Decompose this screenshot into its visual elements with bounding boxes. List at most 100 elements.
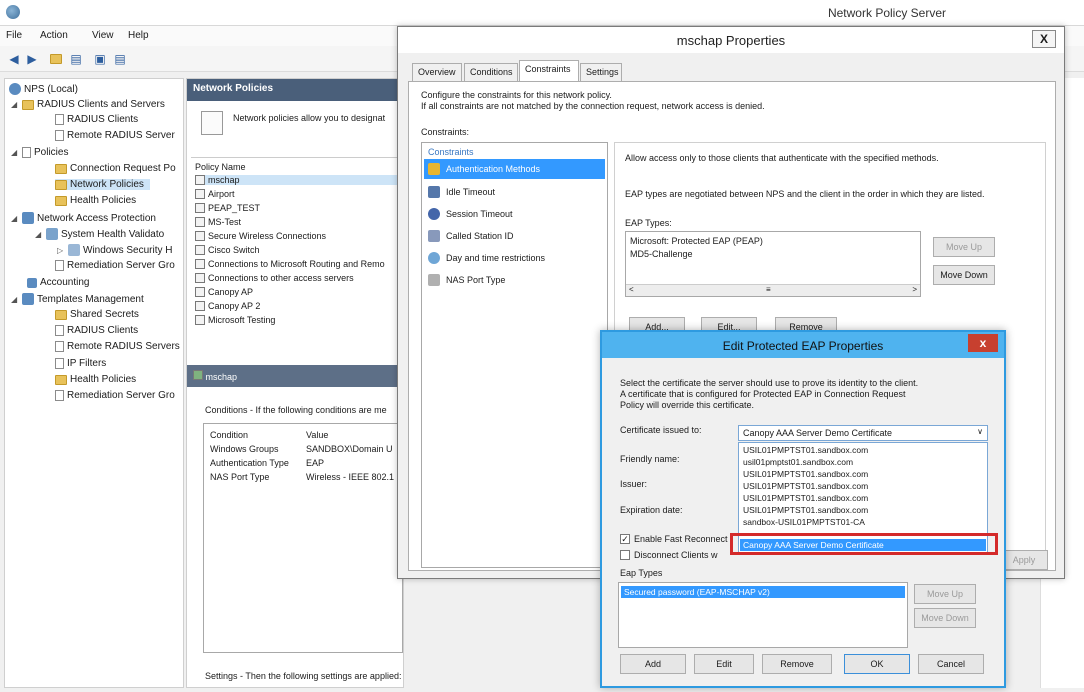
forward-arrow-icon[interactable]: ▶ <box>24 51 40 67</box>
tab-overview[interactable]: Overview <box>412 63 462 81</box>
tab-constraints[interactable]: Constraints <box>519 60 579 82</box>
menu-action[interactable]: Action <box>40 30 68 41</box>
chevron-down-icon: ∨ <box>977 427 983 436</box>
scroll-thumb-icon[interactable]: ≡ <box>766 285 771 294</box>
show-hide-tree-icon[interactable]: ▤ <box>68 51 84 67</box>
certificate-select[interactable]: Canopy AAA Server Demo Certificate ∨ <box>738 425 988 441</box>
tab-conditions[interactable]: Conditions <box>464 63 518 81</box>
policy-row[interactable]: Airport <box>195 189 235 199</box>
add-button[interactable]: Add <box>620 654 686 674</box>
tree-item-ip-filters[interactable]: IP Filters <box>55 358 106 369</box>
policy-icon <box>195 189 205 199</box>
policy-document-icon <box>201 111 223 135</box>
condition-name: Authentication Type <box>210 458 289 468</box>
tree-item-templates-management[interactable]: ◢ Templates Management <box>11 293 144 305</box>
tree-item-shared-secrets[interactable]: Shared Secrets <box>55 309 139 320</box>
policy-row[interactable]: Connections to other access servers <box>195 273 354 283</box>
tree-item-remote-radius-server[interactable]: Remote RADIUS Server <box>55 130 175 141</box>
tree-item-remote-radius-servers[interactable]: Remote RADIUS Servers <box>55 341 180 352</box>
issuer-label: Issuer: <box>620 479 648 489</box>
policy-icon <box>195 245 205 255</box>
policy-row[interactable]: Microsoft Testing <box>195 315 275 325</box>
pane-header: Network Policies <box>187 79 403 101</box>
help-icon[interactable]: ▣ <box>92 51 108 67</box>
policy-row[interactable]: Canopy AP 2 <box>195 301 260 311</box>
clock-icon <box>428 252 440 264</box>
constraint-day-time[interactable]: Day and time restrictions <box>428 252 545 264</box>
eap-type-item[interactable]: Microsoft: Protected EAP (PEAP) <box>630 236 763 246</box>
tree-item-accounting[interactable]: Accounting <box>27 277 89 288</box>
policy-row[interactable]: MS-Test <box>195 217 241 227</box>
eap-types-list[interactable]: Secured password (EAP-MSCHAP v2) <box>618 582 908 648</box>
nap-icon <box>22 212 34 224</box>
tree-item-connection-request-policies[interactable]: Connection Request Po <box>55 163 176 174</box>
policy-row[interactable]: mschap <box>195 175 399 185</box>
constraint-nas-port-type[interactable]: NAS Port Type <box>428 274 505 286</box>
eap-type-selected[interactable]: Secured password (EAP-MSCHAP v2) <box>621 586 905 598</box>
console-icon[interactable]: ▤ <box>112 51 128 67</box>
policy-row[interactable]: Cisco Switch <box>195 245 260 255</box>
tree-item-radius-clients-servers[interactable]: ◢ RADIUS Clients and Servers <box>11 99 165 110</box>
certificate-option[interactable]: sandbox-USIL01PMPTST01-CA <box>743 517 865 527</box>
back-arrow-icon[interactable]: ◀ <box>6 51 22 67</box>
policy-row[interactable]: Canopy AP <box>195 287 253 297</box>
constraints-header: Constraints <box>428 147 474 157</box>
tree-item-templates-radius-clients[interactable]: RADIUS Clients <box>55 325 138 336</box>
horizontal-scrollbar[interactable]: < ≡ > <box>626 284 920 296</box>
disconnect-checkbox[interactable] <box>620 550 630 560</box>
close-button[interactable]: X <box>1032 30 1056 48</box>
tree-pane: NPS (Local) ◢ RADIUS Clients and Servers … <box>4 78 184 688</box>
menu-file[interactable]: File <box>6 30 22 41</box>
policy-list: Policy Name mschap Airport PEAP_TEST MS-… <box>191 157 403 347</box>
certificate-option[interactable]: USIL01PMPTST01.sandbox.com <box>743 493 868 503</box>
pane-description: Network policies allow you to designat <box>233 113 386 123</box>
menu-view[interactable]: View <box>92 30 114 41</box>
policy-row[interactable]: PEAP_TEST <box>195 203 260 213</box>
tree-item-network-access-protection[interactable]: ◢ Network Access Protection <box>11 212 156 224</box>
tree-item-policies[interactable]: ◢ Policies <box>11 147 68 158</box>
eap-types-list[interactable]: Microsoft: Protected EAP (PEAP) MD5-Chal… <box>625 231 921 297</box>
tree-item-radius-clients[interactable]: RADIUS Clients <box>55 114 138 125</box>
policy-row[interactable]: Secure Wireless Connections <box>195 231 326 241</box>
constraint-authentication-methods[interactable]: Authentication Methods <box>424 159 605 179</box>
tab-settings[interactable]: Settings <box>580 63 622 81</box>
move-up-button[interactable]: Move Up <box>914 584 976 604</box>
tree-item-templates-health-policies[interactable]: Health Policies <box>55 374 136 385</box>
move-up-button[interactable]: Move Up <box>933 237 995 257</box>
menu-help[interactable]: Help <box>128 30 149 41</box>
policy-icon <box>195 315 205 325</box>
close-button[interactable]: x <box>968 334 998 352</box>
apply-button[interactable]: Apply <box>1000 550 1048 570</box>
ok-button[interactable]: OK <box>844 654 910 674</box>
column-policy-name[interactable]: Policy Name <box>195 162 246 172</box>
fast-reconnect-checkbox[interactable]: ✓ <box>620 534 630 544</box>
up-folder-icon[interactable] <box>48 51 64 67</box>
remove-button[interactable]: Remove <box>762 654 832 674</box>
certificate-option[interactable]: USIL01PMPTST01.sandbox.com <box>743 505 868 515</box>
policy-icon <box>195 259 205 269</box>
policy-row[interactable]: Connections to Microsoft Routing and Rem… <box>195 259 385 269</box>
edit-button[interactable]: Edit <box>694 654 754 674</box>
scroll-left-icon[interactable]: < <box>629 285 634 294</box>
constraint-session-timeout[interactable]: Session Timeout <box>428 208 513 220</box>
constraint-idle-timeout[interactable]: Idle Timeout <box>428 186 495 198</box>
eap-type-item[interactable]: MD5-Challenge <box>630 249 693 259</box>
scroll-right-icon[interactable]: > <box>912 285 917 294</box>
tree-item-network-policies[interactable]: Network Policies <box>55 179 150 190</box>
certificate-option[interactable]: usil01pmptst01.sandbox.com <box>743 457 853 467</box>
certificate-option[interactable]: USIL01PMPTST01.sandbox.com <box>743 481 868 491</box>
certificate-option[interactable]: USIL01PMPTST01.sandbox.com <box>743 469 868 479</box>
settings-caption: Settings - Then the following settings a… <box>205 671 402 681</box>
tree-item-nps-local[interactable]: NPS (Local) <box>9 83 78 95</box>
tree-item-remediation-server-groups[interactable]: Remediation Server Gro <box>55 260 175 271</box>
tree-item-templates-remediation[interactable]: Remediation Server Gro <box>55 390 175 401</box>
move-down-button[interactable]: Move Down <box>914 608 976 628</box>
cancel-button[interactable]: Cancel <box>918 654 984 674</box>
tree-item-system-health-validators[interactable]: ◢ System Health Validato <box>35 228 164 240</box>
folder-icon <box>55 195 67 206</box>
constraint-called-station-id[interactable]: Called Station ID <box>428 230 514 242</box>
certificate-option[interactable]: USIL01PMPTST01.sandbox.com <box>743 445 868 455</box>
tree-item-windows-security-health[interactable]: ▷ Windows Security H <box>57 244 172 256</box>
move-down-button[interactable]: Move Down <box>933 265 995 285</box>
tree-item-health-policies[interactable]: Health Policies <box>55 195 136 206</box>
